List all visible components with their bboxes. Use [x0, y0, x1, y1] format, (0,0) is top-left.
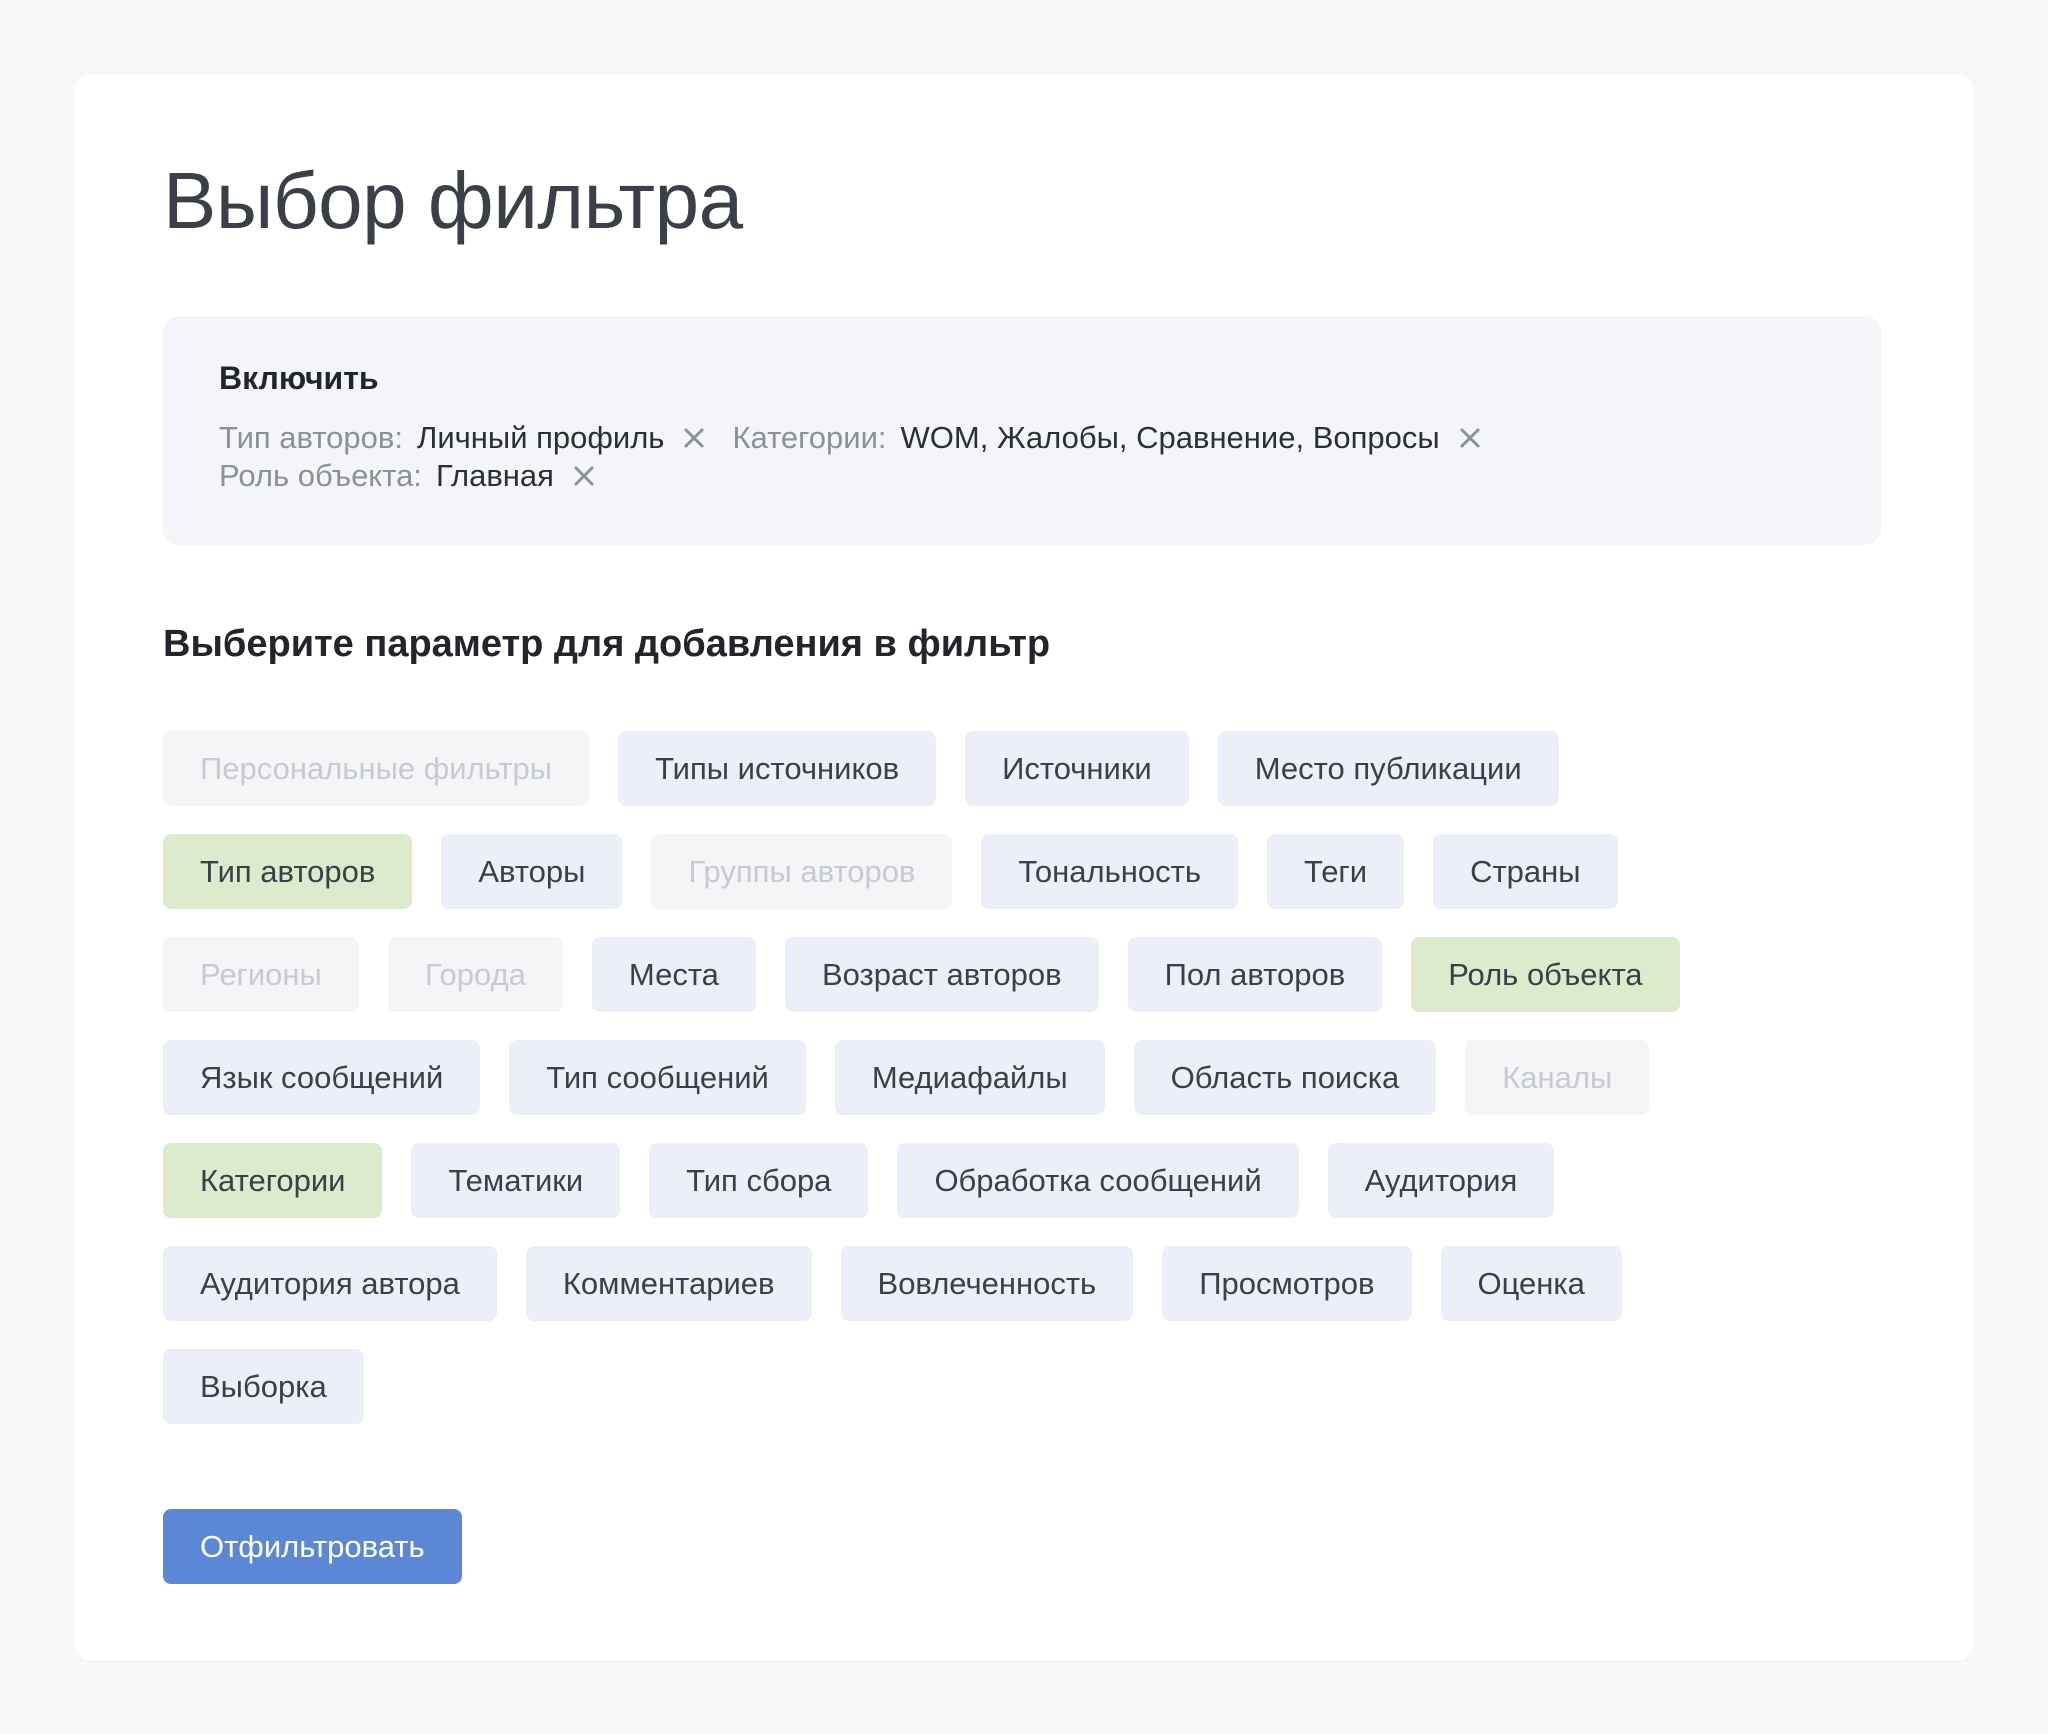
- parameter-chip: Группы авторов: [651, 834, 953, 909]
- filter-label: Категории:: [732, 420, 887, 455]
- parameter-chip[interactable]: Тип сбора: [649, 1143, 869, 1218]
- chip-row: Язык сообщений Тип сообщений Медиафайлы Обл…: [163, 1040, 1881, 1115]
- parameter-chip[interactable]: Тип сообщений: [509, 1040, 806, 1115]
- parameter-chip[interactable]: Тематики: [411, 1143, 621, 1218]
- filter-label: Тип авторов:: [219, 420, 403, 455]
- parameter-chip[interactable]: Комментариев: [525, 1246, 812, 1321]
- filter-value: Личный профиль: [416, 420, 665, 455]
- parameter-chip[interactable]: Страны: [1433, 834, 1618, 909]
- close-icon[interactable]: [1458, 426, 1482, 450]
- chip-row: Аудитория автора Комментариев Вовлеченност…: [163, 1246, 1881, 1321]
- filter-value: WOM, Жалобы, Сравнение, Вопросы: [900, 420, 1440, 455]
- parameter-chip[interactable]: Пол авторов: [1127, 937, 1383, 1012]
- parameter-chip[interactable]: Аудитория: [1327, 1143, 1555, 1218]
- parameter-chip[interactable]: Типы источников: [618, 731, 937, 806]
- parameter-chip[interactable]: Места: [591, 937, 756, 1012]
- filter-label: Роль объекта:: [219, 458, 422, 493]
- filter-value: Главная: [435, 458, 554, 493]
- include-line: Роль объекта: Главная: [219, 456, 622, 496]
- parameter-chip: Каналы: [1465, 1040, 1650, 1115]
- chip-row: Персональные фильтры Типы источников Источ…: [163, 731, 1881, 806]
- filter-card: Выбор фильтра Включить Тип авторов: Личн…: [75, 75, 1973, 1660]
- parameter-chip[interactable]: Источники: [965, 731, 1189, 806]
- section-title: Выберите параметр для добавления в фильт…: [163, 623, 1051, 665]
- parameter-chip[interactable]: Аудитория автора: [163, 1246, 497, 1321]
- parameter-chip[interactable]: Категории: [163, 1143, 383, 1218]
- include-panel: Включить Тип авторов: Личный профиль Кат…: [163, 316, 1881, 545]
- parameter-chip[interactable]: Выборка: [163, 1349, 364, 1424]
- parameter-chip[interactable]: Просмотров: [1162, 1246, 1412, 1321]
- parameter-chip[interactable]: Медиафайлы: [834, 1040, 1105, 1115]
- parameter-chip[interactable]: Теги: [1267, 834, 1405, 909]
- include-filter-object-role: Роль объекта: Главная: [219, 456, 596, 496]
- parameter-chip[interactable]: Область поиска: [1133, 1040, 1437, 1115]
- include-filter-author-type: Тип авторов: Личный профиль: [219, 418, 706, 458]
- parameter-chip[interactable]: Возраст авторов: [784, 937, 1099, 1012]
- parameter-chip[interactable]: Тип авторов: [163, 834, 413, 909]
- parameter-chip: Регионы: [163, 937, 359, 1012]
- parameter-chip[interactable]: Авторы: [441, 834, 623, 909]
- parameter-chip[interactable]: Обработка сообщений: [897, 1143, 1299, 1218]
- parameter-chip: Персональные фильтры: [163, 731, 590, 806]
- parameter-chip[interactable]: Оценка: [1440, 1246, 1622, 1321]
- include-filter-categories: Категории: WOM, Жалобы, Сравнение, Вопро…: [732, 418, 1481, 458]
- page-title: Выбор фильтра: [163, 156, 743, 245]
- parameter-chip[interactable]: Место публикации: [1217, 731, 1559, 806]
- filter-submit-button[interactable]: Отфильтровать: [163, 1509, 462, 1584]
- parameter-chip[interactable]: Роль объекта: [1411, 937, 1680, 1012]
- parameter-chip[interactable]: Тональность: [981, 834, 1238, 909]
- chip-row: Регионы Города Места Возраст авторов Пол авт…: [163, 937, 1881, 1012]
- chip-row: Категории Тематики Тип сбора Обработка сооб…: [163, 1143, 1881, 1218]
- include-title: Включить: [219, 360, 379, 396]
- close-icon[interactable]: [682, 426, 706, 450]
- chip-row: Тип авторов Авторы Группы авторов Тональнос…: [163, 834, 1881, 909]
- parameter-chip[interactable]: Язык сообщений: [163, 1040, 481, 1115]
- chip-row: Выборка: [163, 1349, 1881, 1424]
- parameter-chip[interactable]: Вовлеченность: [840, 1246, 1134, 1321]
- parameter-chip: Города: [387, 937, 563, 1012]
- parameter-chips: Персональные фильтры Типы источников Источ…: [163, 731, 1881, 1452]
- close-icon[interactable]: [572, 464, 596, 488]
- include-line: Тип авторов: Личный профиль Категории: W…: [219, 418, 1508, 458]
